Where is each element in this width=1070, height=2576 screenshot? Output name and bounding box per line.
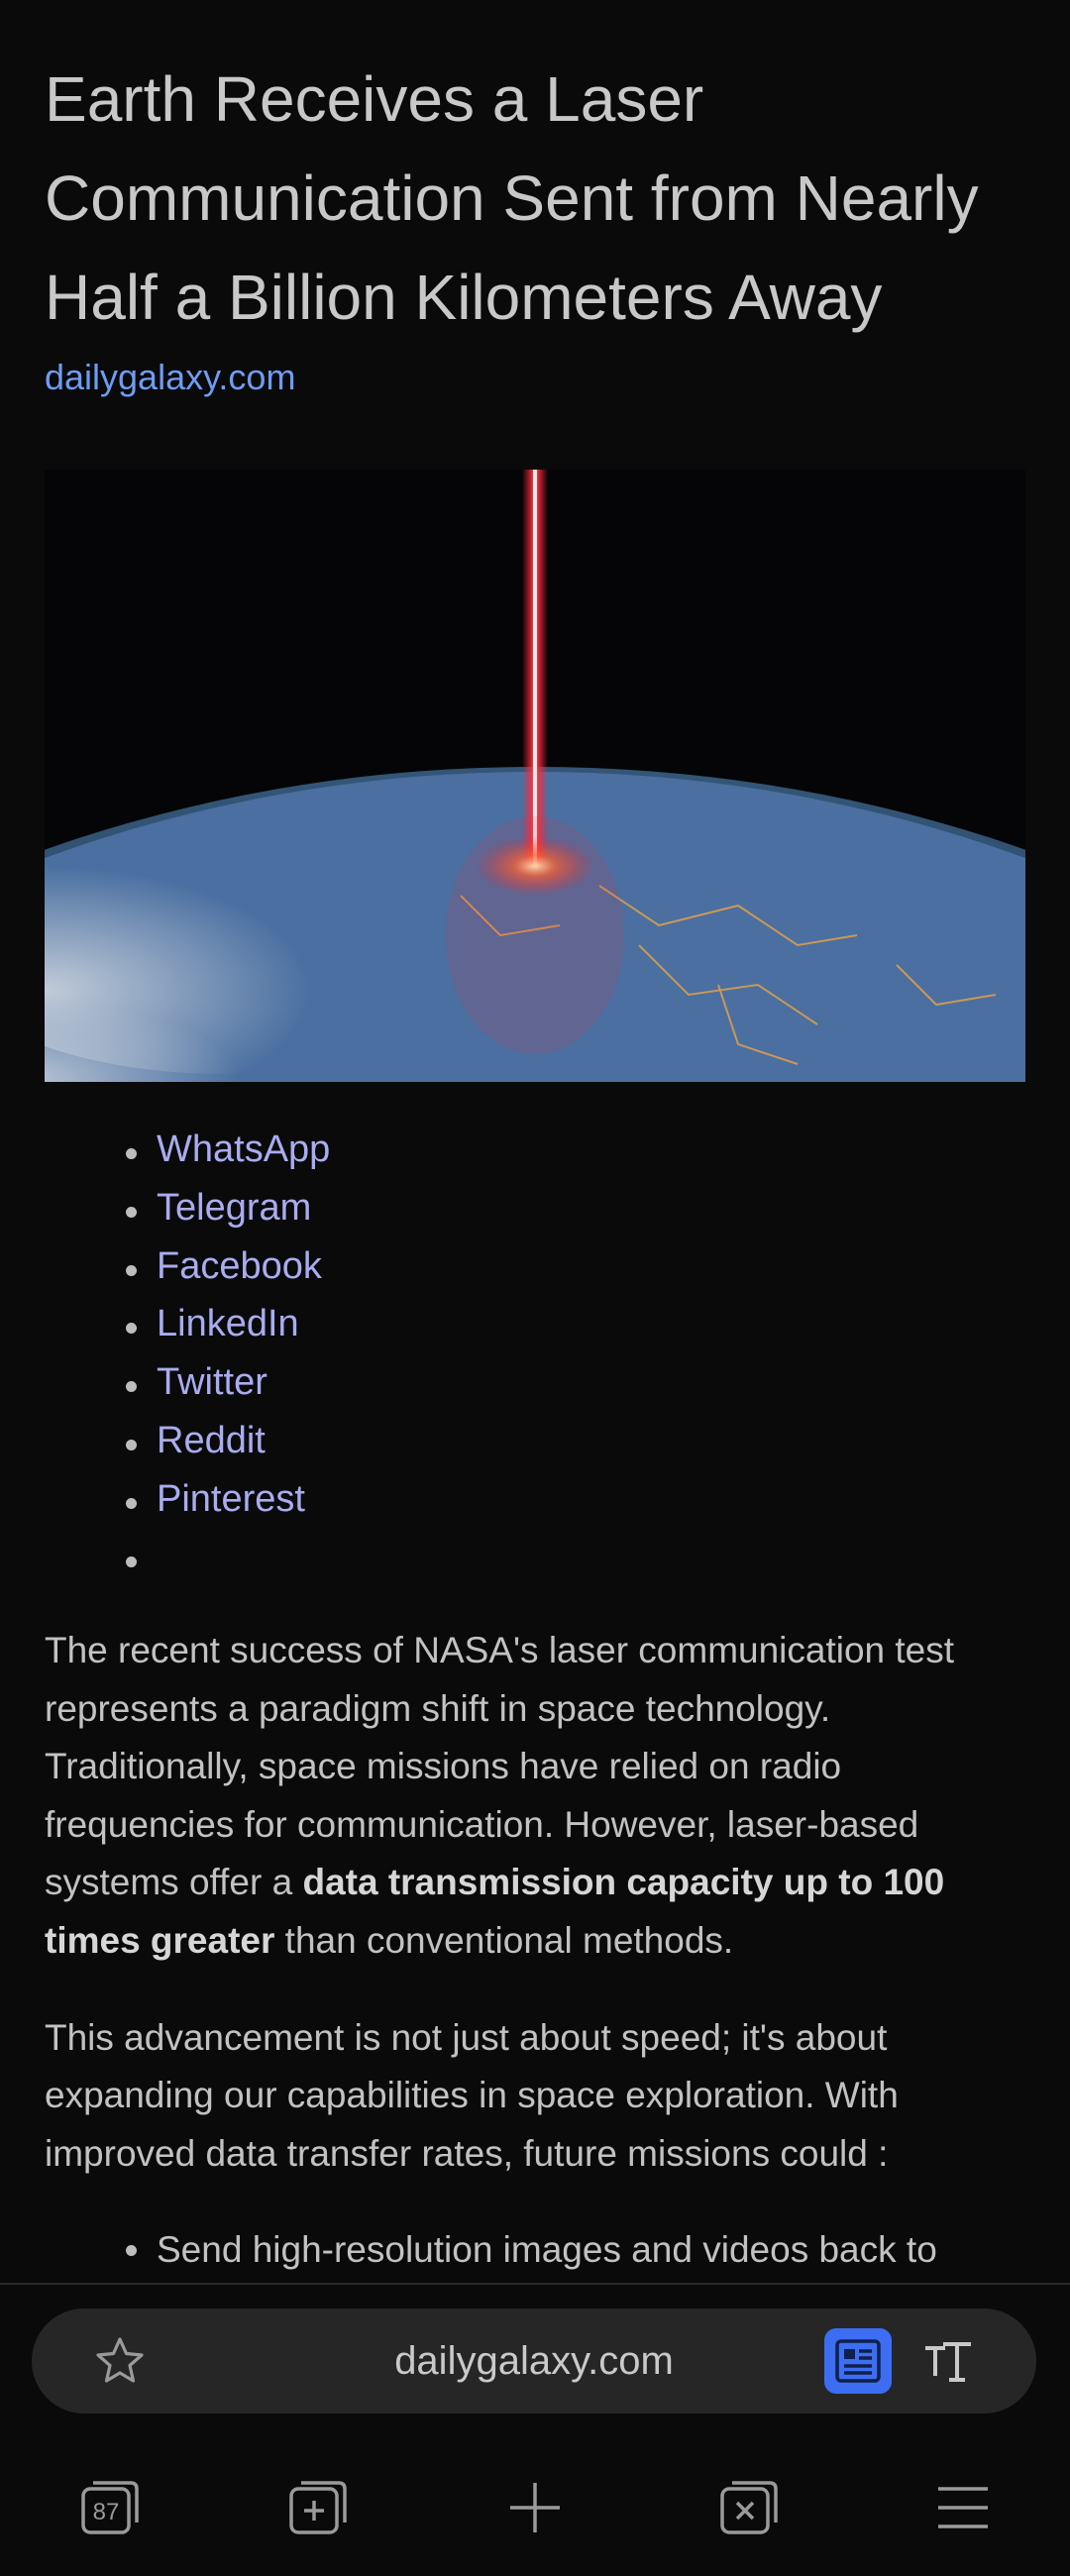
share-link-pinterest[interactable]: Pinterest	[157, 1478, 305, 1520]
tab-count: 87	[93, 2499, 120, 2525]
reader-mode-icon	[835, 2339, 881, 2383]
share-item-telegram: Telegram	[45, 1170, 330, 1229]
hero-image	[45, 470, 1025, 1082]
share-item-empty	[45, 1520, 330, 1578]
share-link-linkedin[interactable]: LinkedIn	[157, 1303, 299, 1344]
source-link[interactable]: dailygalaxy.com	[45, 357, 1025, 398]
close-tab-icon[interactable]	[716, 2475, 782, 2540]
share-link-whatsapp[interactable]: WhatsApp	[157, 1128, 330, 1170]
article-title: Earth Receives a Laser Communication Sen…	[45, 63, 979, 333]
reader-mode-button[interactable]	[824, 2328, 892, 2394]
article: Earth Receives a Laser Communication Sen…	[45, 0, 1025, 2270]
tabs-icon[interactable]: 87	[77, 2475, 143, 2540]
paragraph-1-text-b: than conventional methods.	[274, 1919, 734, 1961]
share-link-facebook[interactable]: Facebook	[157, 1245, 322, 1287]
share-link-twitter[interactable]: Twitter	[157, 1361, 268, 1403]
share-link-reddit[interactable]: Reddit	[157, 1420, 266, 1461]
share-link-telegram[interactable]: Telegram	[157, 1187, 311, 1229]
share-list: WhatsApp Telegram Facebook LinkedIn Twit…	[45, 1112, 330, 1577]
share-item-twitter: Twitter	[45, 1344, 330, 1403]
bullet-item: Send high-resolution images and videos b…	[45, 2221, 1025, 2279]
plus-icon[interactable]	[502, 2475, 568, 2540]
share-item-reddit: Reddit	[45, 1403, 330, 1461]
browser-bottom-bar: dailygalaxy.com 87	[0, 2283, 1070, 2576]
share-item-whatsapp: WhatsApp	[45, 1112, 330, 1170]
paragraph-2: This advancement is not just about speed…	[45, 2016, 899, 2174]
text-size-icon[interactable]	[919, 2330, 981, 2392]
bullet-list: Send high-resolution images and videos b…	[45, 2221, 1025, 2279]
new-tab-icon[interactable]	[285, 2475, 351, 2540]
address-bar[interactable]: dailygalaxy.com	[32, 2308, 1036, 2414]
share-item-facebook: Facebook	[45, 1229, 330, 1287]
article-body: The recent success of NASA's laser commu…	[45, 1622, 1025, 2279]
share-item-pinterest: Pinterest	[45, 1461, 330, 1520]
share-item-linkedin: LinkedIn	[45, 1286, 330, 1344]
menu-icon[interactable]	[930, 2475, 996, 2540]
paragraph-1: The recent success of NASA's laser commu…	[45, 1622, 1025, 1971]
